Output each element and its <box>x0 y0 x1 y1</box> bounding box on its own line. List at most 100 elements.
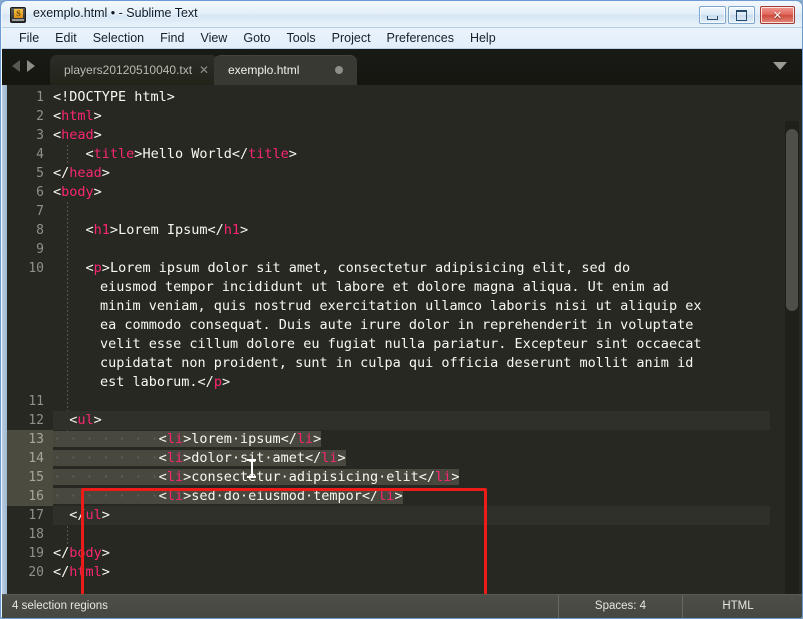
tab-navigation <box>12 60 35 72</box>
code-token: Lorem Ipsum <box>118 222 208 238</box>
code-line-14: · · · · · · ·<li>dolor·sit·amet</li> <box>53 449 346 468</box>
application-window: S exemplo.html • - Sublime Text ✕ File E… <box>0 0 803 619</box>
line-number: 20 <box>28 565 44 580</box>
code-token: li <box>166 450 184 466</box>
menu-item-goto[interactable]: Goto <box>235 29 278 47</box>
line-number: 13 <box>7 430 53 449</box>
code-line-5: </head> <box>53 164 110 183</box>
code-editor[interactable]: 1 2 3 4 5 6 7 8 9 10 11 12 13 14 15 16 1… <box>2 85 802 596</box>
tab-bar: players20120510040.txt ✕ exemplo.html <box>2 49 802 85</box>
code-token: minim veniam, quis nostrud exercitation … <box>100 298 702 314</box>
whitespace-markers: · · · · · · · <box>53 488 159 504</box>
code-line-10-wrap-2: eiusmod tempor incididunt ut labore et d… <box>100 278 669 297</box>
line-number: 9 <box>36 242 44 257</box>
code-token: </ <box>197 374 214 390</box>
menu-item-preferences[interactable]: Preferences <box>379 29 462 47</box>
line-number: 4 <box>36 147 44 162</box>
line-number: 2 <box>36 109 44 124</box>
close-button[interactable]: ✕ <box>760 6 795 24</box>
line-number: 17 <box>28 508 44 523</box>
code-line-10-wrap-4: ea commodo consequat. Duis aute irure do… <box>100 316 693 335</box>
code-token: > <box>101 165 110 181</box>
code-token: > <box>93 184 102 200</box>
line-number: 1 <box>36 90 44 105</box>
code-token: </ <box>53 165 70 181</box>
menu-item-selection[interactable]: Selection <box>85 29 152 47</box>
line-number: 15 <box>7 468 53 487</box>
code-token: < <box>53 127 62 143</box>
code-token: body <box>61 184 94 200</box>
code-line-3: <head> <box>53 126 102 145</box>
code-line-10: <p>Lorem ipsum dolor sit amet, consectet… <box>53 259 631 278</box>
code-token: h1 <box>93 222 110 238</box>
line-number: 14 <box>7 449 53 468</box>
code-line-19: </body> <box>53 544 110 563</box>
syntax-mode[interactable]: HTML <box>682 595 793 618</box>
code-token: </ <box>207 222 224 238</box>
selection-status: 4 selection regions <box>12 600 108 612</box>
code-token: ul <box>85 507 102 523</box>
vertical-scrollbar-thumb[interactable] <box>786 129 798 311</box>
tab-players20120510040-txt[interactable]: players20120510040.txt ✕ <box>50 55 219 85</box>
code-line-17: </ul> <box>53 506 770 525</box>
code-token: h1 <box>223 222 240 238</box>
maximize-button[interactable] <box>728 6 755 24</box>
code-token: consectetur·adipisicing·elit <box>191 469 419 485</box>
menu-item-edit[interactable]: Edit <box>47 29 85 47</box>
whitespace-markers: · · · · · · · <box>53 431 159 447</box>
code-token: title <box>248 146 289 162</box>
code-token: > <box>109 222 119 238</box>
unsaved-changes-icon <box>335 66 344 74</box>
line-number: 6 <box>36 185 44 200</box>
line-number: 10 <box>28 261 44 276</box>
line-number: 3 <box>36 128 44 143</box>
code-token: p <box>93 260 102 276</box>
close-icon[interactable]: ✕ <box>199 64 209 76</box>
line-number: 18 <box>28 527 44 542</box>
code-token: < <box>158 450 167 466</box>
line-number: 16 <box>7 487 53 506</box>
minimize-button[interactable] <box>699 6 726 24</box>
code-token: > <box>183 469 192 485</box>
code-token: < <box>158 469 167 485</box>
code-token: </ <box>305 450 322 466</box>
menu-item-find[interactable]: Find <box>152 29 192 47</box>
code-token: > <box>183 488 192 504</box>
menu-item-project[interactable]: Project <box>324 29 379 47</box>
line-number: 12 <box>28 413 44 428</box>
code-line-2: <html> <box>53 107 102 126</box>
chevron-down-icon[interactable] <box>773 62 787 70</box>
code-token: > <box>101 545 110 561</box>
code-line-10-wrap-3: minim veniam, quis nostrud exercitation … <box>100 297 701 316</box>
tab-label: exemplo.html <box>228 63 300 77</box>
code-token: p <box>213 374 222 390</box>
code-token: est laborum. <box>100 374 198 390</box>
tab-exemplo-html[interactable]: exemplo.html <box>214 55 358 85</box>
code-token: cupidatat non proident, sunt in culpa qu… <box>100 355 694 371</box>
line-number: 5 <box>36 166 44 181</box>
code-token: Lorem ipsum dolor sit amet, consectetur … <box>109 260 631 276</box>
code-token: </ <box>53 564 70 580</box>
code-token: </ <box>53 545 70 561</box>
code-token: velit esse cillum dolore eu fugiat nulla… <box>100 336 702 352</box>
menu-item-help[interactable]: Help <box>462 29 504 47</box>
menu-item-view[interactable]: View <box>192 29 235 47</box>
code-token: > <box>101 260 110 276</box>
right-arrow-icon[interactable] <box>27 60 35 72</box>
code-token: body <box>69 545 102 561</box>
code-token: < <box>158 488 167 504</box>
left-arrow-icon[interactable] <box>12 60 20 72</box>
code-token: eiusmod tempor incididunt ut labore et d… <box>100 279 669 295</box>
indentation-setting[interactable]: Spaces: 4 <box>558 595 682 618</box>
code-token: li <box>378 488 395 504</box>
title-bar: S exemplo.html • - Sublime Text ✕ <box>2 2 802 28</box>
code-content[interactable]: <!DOCTYPE html> <html> <head> <title>Hel… <box>53 85 783 596</box>
code-token: li <box>166 431 184 447</box>
code-token: </ <box>361 488 379 504</box>
menu-item-tools[interactable]: Tools <box>278 29 323 47</box>
code-token: </ <box>280 431 297 447</box>
menu-item-file[interactable]: File <box>11 29 47 47</box>
code-token: head <box>61 127 94 143</box>
